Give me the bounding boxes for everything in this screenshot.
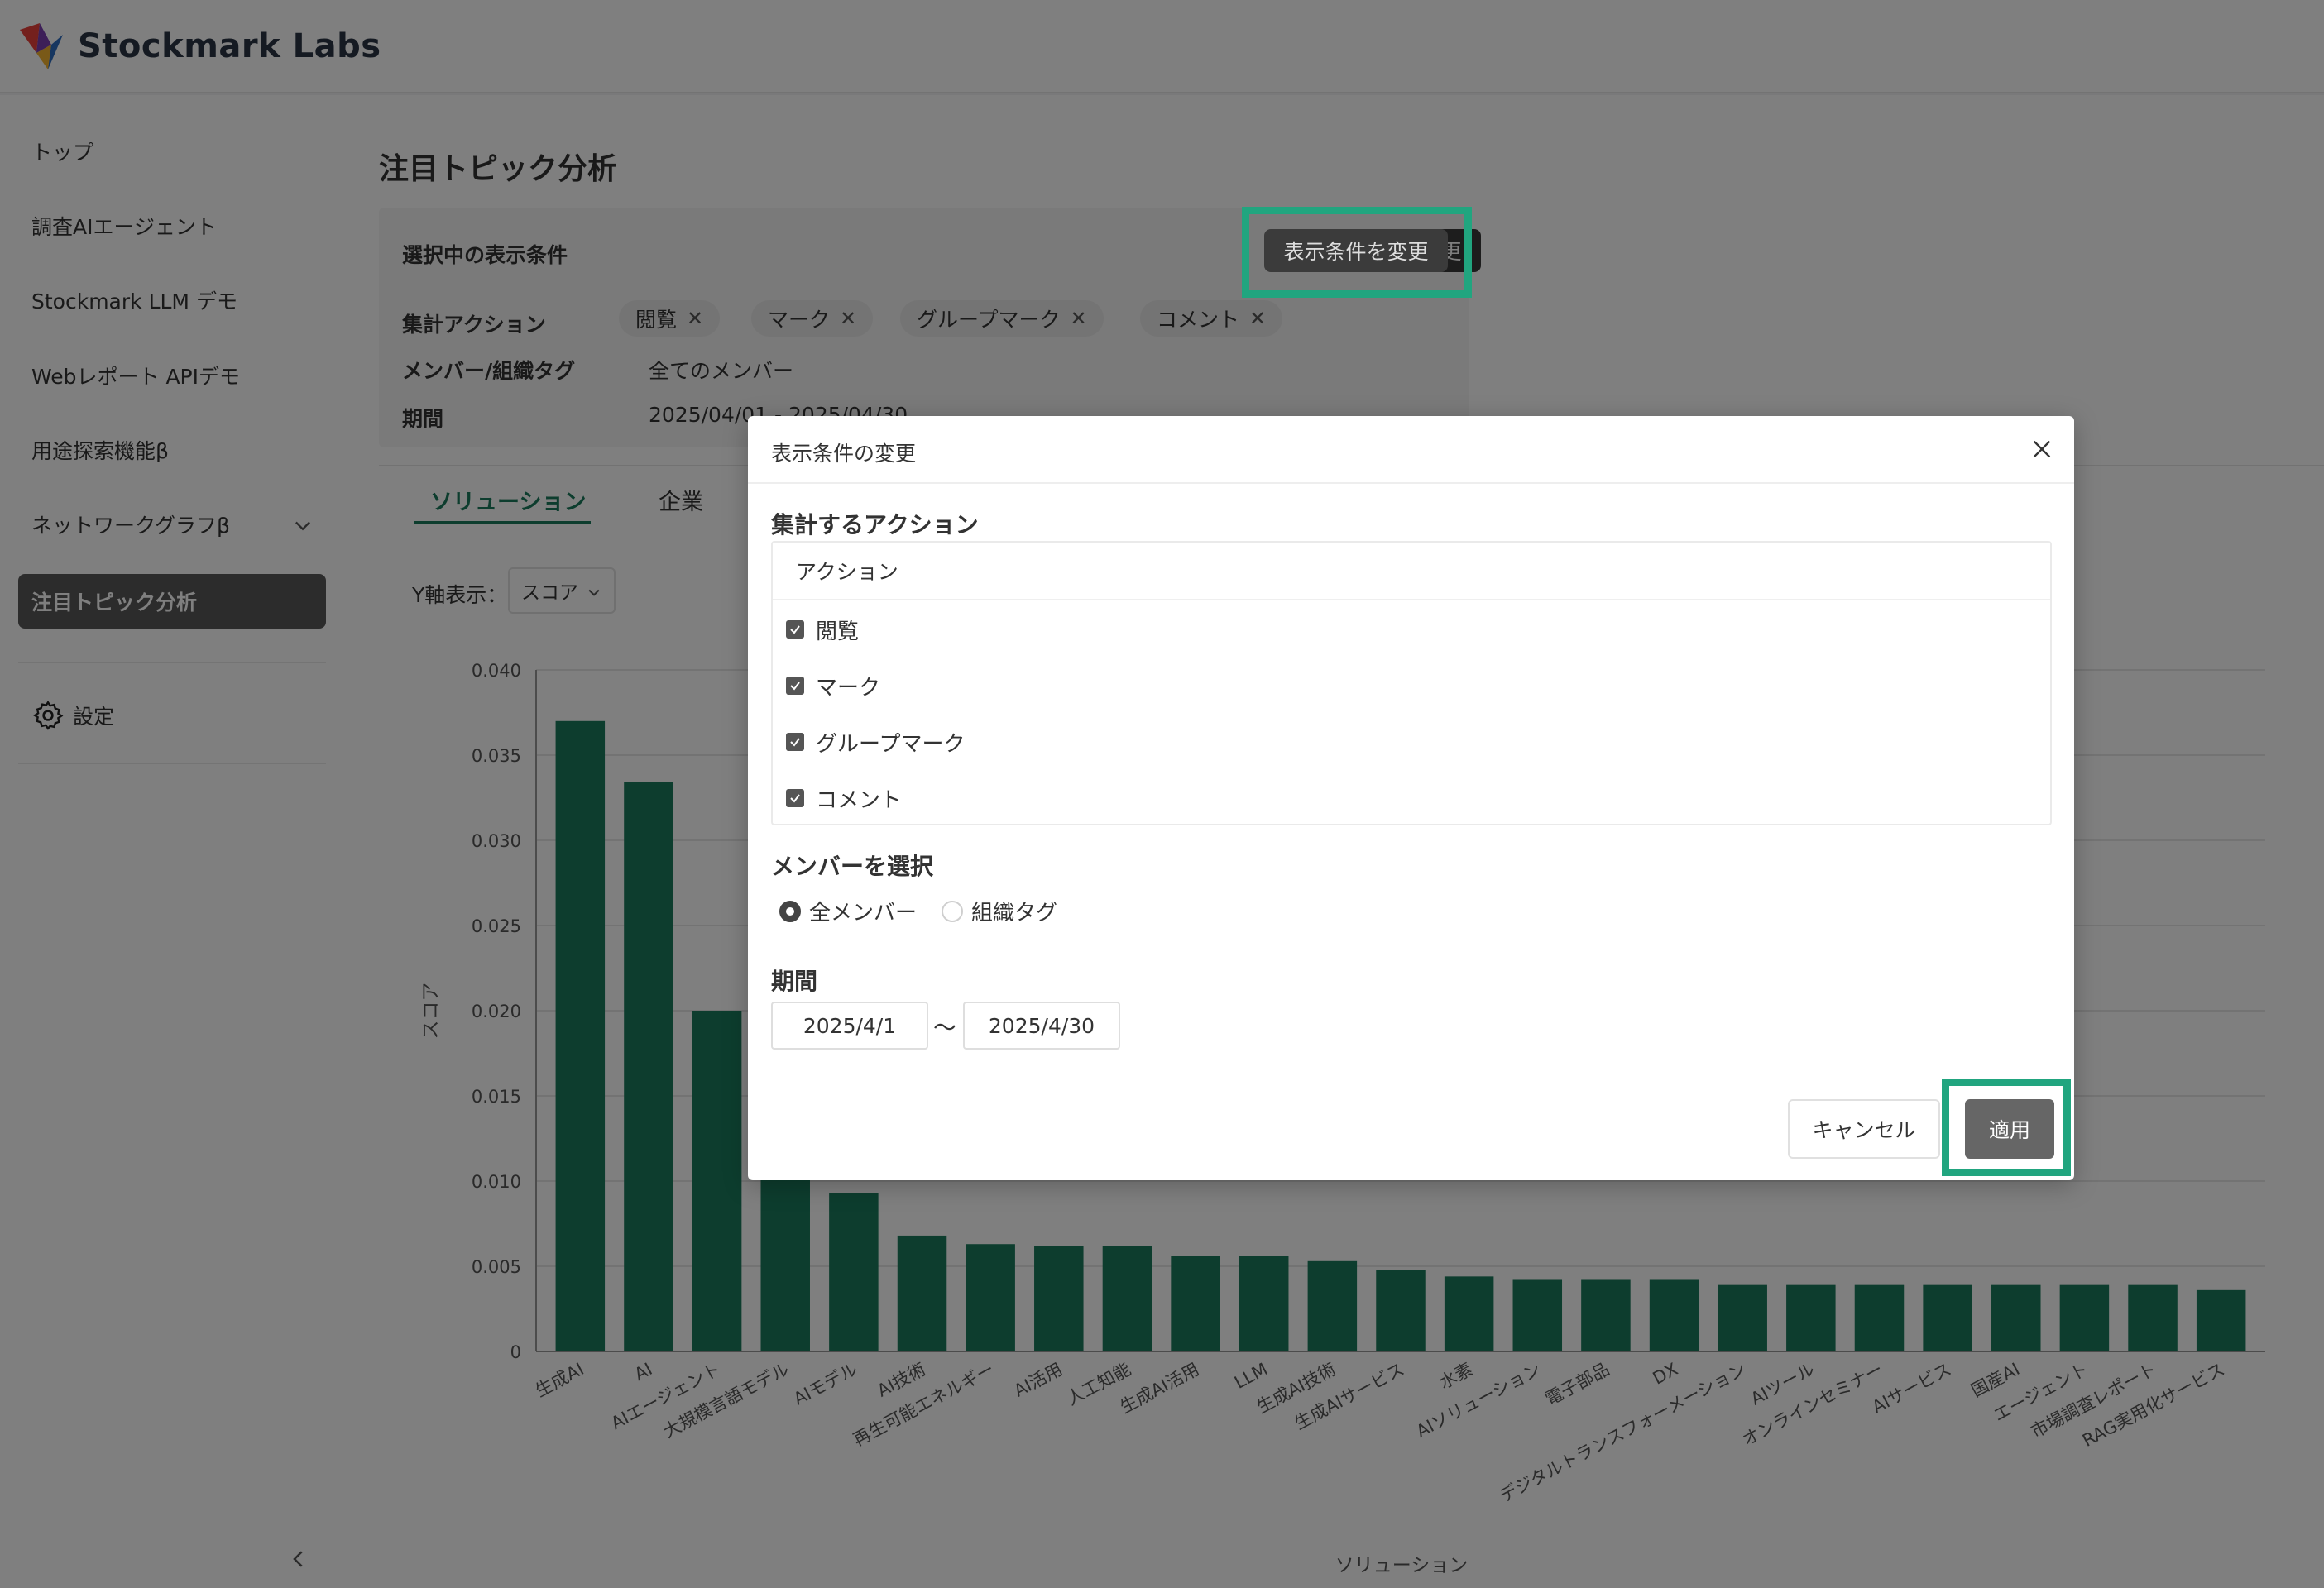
member-section-title: メンバーを選択 — [771, 853, 934, 880]
checkbox-checked-icon[interactable] — [786, 789, 804, 807]
change-conditions-modal: 表示条件の変更 集計するアクション アクション 閲覧 マーク グループマーク コ… — [748, 416, 2074, 1180]
action-section-title: 集計するアクション — [771, 511, 979, 538]
close-icon[interactable] — [2029, 436, 2055, 462]
date-to-input[interactable]: 2025/4/30 — [963, 1002, 1120, 1050]
checkbox-checked-icon[interactable] — [786, 733, 804, 751]
radio-all-members[interactable] — [779, 900, 801, 922]
period-section-title: 期間 — [771, 968, 818, 995]
modal-header: 表示条件の変更 — [748, 416, 2074, 484]
checkbox-checked-icon[interactable] — [786, 620, 804, 639]
date-separator: 〜 — [933, 1014, 957, 1041]
action-list-header: アクション — [773, 543, 2050, 600]
checkbox-group-mark[interactable]: グループマーク — [786, 725, 965, 758]
highlight-box — [1242, 207, 1472, 298]
checkbox-checked-icon[interactable] — [786, 677, 804, 695]
checkbox-mark[interactable]: マーク — [786, 669, 880, 702]
date-from-input[interactable]: 2025/4/1 — [771, 1002, 928, 1050]
member-radio-group: 全メンバー 組織タグ — [779, 896, 1057, 926]
cancel-button[interactable]: キャンセル — [1788, 1099, 1940, 1159]
highlight-box — [1942, 1079, 2071, 1176]
modal-title: 表示条件の変更 — [771, 442, 917, 466]
checkbox-view[interactable]: 閲覧 — [786, 613, 859, 646]
radio-org-tag[interactable] — [942, 900, 964, 922]
checkbox-comment[interactable]: コメント — [786, 782, 902, 815]
action-list: アクション 閲覧 マーク グループマーク コメント — [771, 541, 2052, 825]
